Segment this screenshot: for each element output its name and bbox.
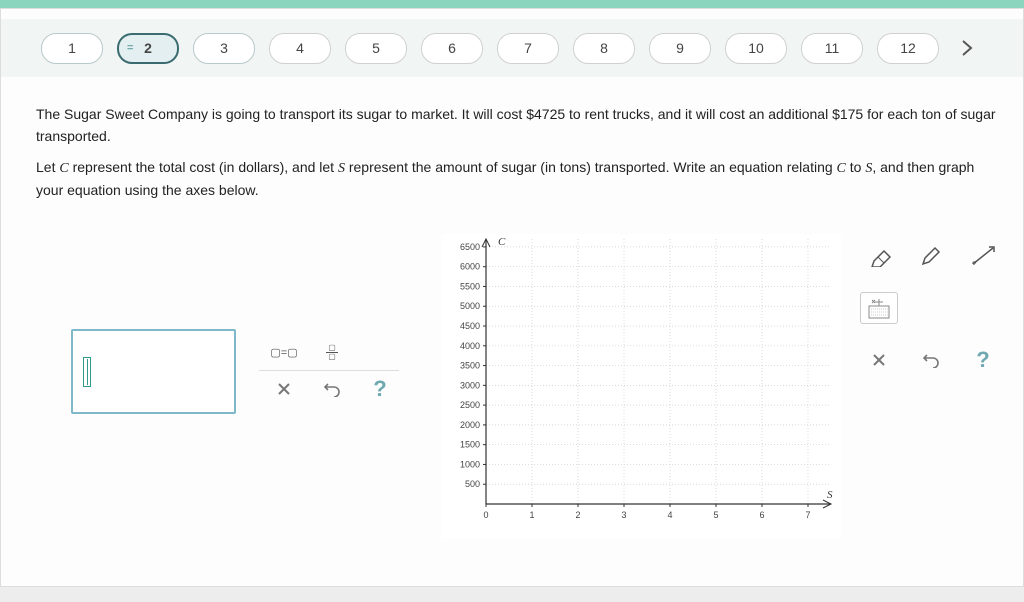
step-number: 2 xyxy=(144,40,152,56)
step-number: 7 xyxy=(524,40,532,56)
step-5[interactable]: 5 xyxy=(345,33,407,64)
step-3[interactable]: 3 xyxy=(193,33,255,64)
fraction-icon: ▢▢ xyxy=(326,344,338,361)
step-prefix: = xyxy=(127,42,133,54)
step-4[interactable]: 4 xyxy=(269,33,331,64)
eraser-tool[interactable] xyxy=(860,240,898,272)
problem-text: The Sugar Sweet Company is going to tran… xyxy=(36,104,998,212)
svg-text:1: 1 xyxy=(529,510,534,520)
problem-paragraph-2: Let C represent the total cost (in dolla… xyxy=(36,157,998,201)
equation-cursor xyxy=(83,357,91,387)
insert-fraction-button[interactable]: ▢▢ xyxy=(317,339,347,367)
svg-text:5000: 5000 xyxy=(460,301,480,311)
step-number: 5 xyxy=(372,40,380,56)
step-number: 10 xyxy=(748,40,764,56)
line-icon xyxy=(970,245,996,267)
next-step-button[interactable] xyxy=(958,39,976,57)
svg-text:S: S xyxy=(827,489,833,501)
text: represent the amount of sugar (in tons) … xyxy=(345,159,837,175)
step-navigation: 1=23456789101112 xyxy=(1,19,1023,77)
svg-text:2000: 2000 xyxy=(460,420,480,430)
svg-text:0: 0 xyxy=(483,510,488,520)
eraser-icon xyxy=(866,245,892,267)
step-number: 3 xyxy=(220,40,228,56)
step-9[interactable]: 9 xyxy=(649,33,711,64)
header-accent xyxy=(0,0,1024,8)
variable-c: C xyxy=(837,161,846,176)
svg-text:5: 5 xyxy=(713,510,718,520)
graph-toolbar: ? xyxy=(856,234,1006,390)
clear-graph-button[interactable] xyxy=(860,344,898,376)
step-12[interactable]: 12 xyxy=(877,33,939,64)
text: to xyxy=(846,159,865,175)
step-7[interactable]: 7 xyxy=(497,33,559,64)
problem-paragraph-1: The Sugar Sweet Company is going to tran… xyxy=(36,104,998,147)
svg-text:1500: 1500 xyxy=(460,440,480,450)
svg-text:4: 4 xyxy=(667,510,672,520)
svg-text:6: 6 xyxy=(759,510,764,520)
step-2[interactable]: =2 xyxy=(117,33,179,64)
svg-text:2500: 2500 xyxy=(460,400,480,410)
clear-equation-button[interactable] xyxy=(269,375,299,403)
help-icon: ? xyxy=(373,376,386,402)
svg-text:6000: 6000 xyxy=(460,262,480,272)
svg-text:4500: 4500 xyxy=(460,321,480,331)
svg-text:3000: 3000 xyxy=(460,380,480,390)
main-panel: Español 1=23456789101112 The Sugar Sweet… xyxy=(0,8,1024,587)
text: Let xyxy=(36,159,59,175)
step-number: 12 xyxy=(900,40,916,56)
fixed-cost: $4725 xyxy=(526,106,565,122)
variable-c: C xyxy=(59,161,68,176)
svg-text:1000: 1000 xyxy=(460,459,480,469)
help-equation-button[interactable]: ? xyxy=(365,375,395,403)
undo-graph-button[interactable] xyxy=(912,344,950,376)
step-11[interactable]: 11 xyxy=(801,33,863,64)
zoom-fit-tool[interactable] xyxy=(860,292,898,324)
step-number: 8 xyxy=(600,40,608,56)
step-number: 6 xyxy=(448,40,456,56)
svg-text:5500: 5500 xyxy=(460,281,480,291)
step-8[interactable]: 8 xyxy=(573,33,635,64)
step-6[interactable]: 6 xyxy=(421,33,483,64)
help-graph-button[interactable]: ? xyxy=(964,344,1002,376)
line-tool[interactable] xyxy=(964,240,1002,272)
equation-toolbar: ▢=▢ ▢▢ ? xyxy=(259,335,399,407)
equation-input[interactable] xyxy=(71,329,236,414)
undo-icon xyxy=(922,352,940,368)
step-number: 4 xyxy=(296,40,304,56)
step-number: 11 xyxy=(825,40,840,56)
pencil-tool[interactable] xyxy=(912,240,950,272)
svg-text:2: 2 xyxy=(575,510,580,520)
step-1[interactable]: 1 xyxy=(41,33,103,64)
close-icon xyxy=(871,352,887,368)
text: to rent trucks, and it will cost an addi… xyxy=(565,106,832,122)
svg-text:3500: 3500 xyxy=(460,361,480,371)
step-10[interactable]: 10 xyxy=(725,33,787,64)
zoom-fit-icon xyxy=(866,296,892,320)
insert-equals-button[interactable]: ▢=▢ xyxy=(269,339,299,367)
svg-text:4000: 4000 xyxy=(460,341,480,351)
text: represent the total cost (in dollars), a… xyxy=(69,159,338,175)
svg-text:C: C xyxy=(498,236,506,248)
undo-equation-button[interactable] xyxy=(317,375,347,403)
step-number: 9 xyxy=(676,40,684,56)
step-number: 1 xyxy=(68,40,76,56)
undo-icon xyxy=(323,381,341,397)
svg-text:3: 3 xyxy=(621,510,626,520)
pencil-icon xyxy=(919,244,943,268)
footer-bar xyxy=(0,587,1024,602)
svg-text:7: 7 xyxy=(805,510,810,520)
variable-s: S xyxy=(338,161,345,176)
label: ▢=▢ xyxy=(270,346,297,359)
svg-text:500: 500 xyxy=(465,479,480,489)
per-ton-cost: $175 xyxy=(832,106,863,122)
graph-canvas[interactable]: 500 1000 1500 2000 2500 3000 3500 4000 4500 5000 5… xyxy=(441,234,841,539)
svg-text:6500: 6500 xyxy=(460,242,480,252)
help-icon: ? xyxy=(976,347,989,373)
text: The Sugar Sweet Company is going to tran… xyxy=(36,106,526,122)
close-icon xyxy=(276,381,292,397)
